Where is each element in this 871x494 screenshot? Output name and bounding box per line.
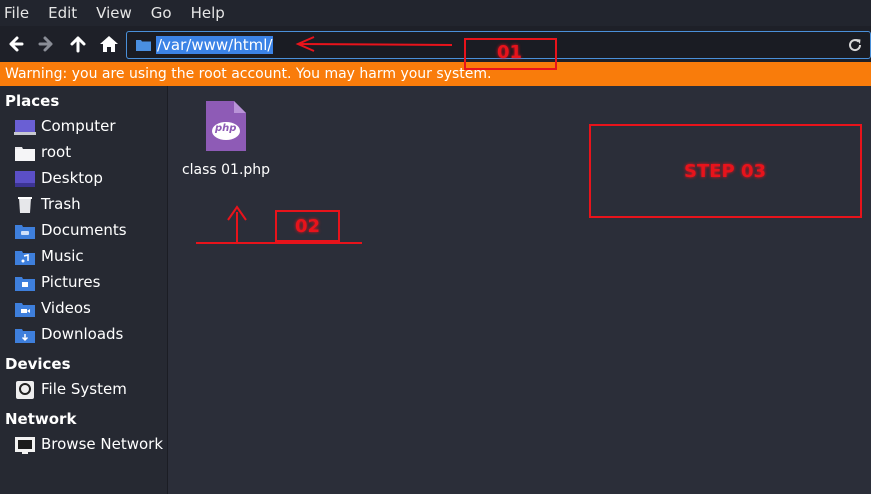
places-title: Places [5, 92, 60, 110]
sidebar-item-label: Browse Network [41, 435, 164, 453]
menu-go[interactable]: Go [151, 4, 172, 22]
trash-icon [18, 197, 32, 213]
sidebar-item-label: Pictures [41, 273, 101, 291]
sidebar-item-pictures[interactable]: Pictures [0, 270, 167, 296]
menu-bar: File Edit View Go Help [0, 0, 871, 26]
network-title: Network [5, 410, 77, 428]
sidebar-item-label: Computer [41, 117, 116, 135]
menu-help[interactable]: Help [191, 4, 225, 22]
arrow-left-icon [9, 36, 24, 52]
sidebar-item-videos[interactable]: Videos [0, 296, 167, 322]
videos-folder-icon [15, 303, 35, 317]
devices-title: Devices [5, 355, 71, 373]
menu-edit[interactable]: Edit [48, 4, 77, 22]
annotation-label-02: 02 [295, 216, 321, 237]
sidebar-item-label: Downloads [41, 325, 124, 343]
sidebar-item-root[interactable]: root [0, 140, 167, 166]
arrow-right-icon [38, 36, 53, 52]
sidebar-item-label: root [41, 143, 72, 161]
network-icon [15, 437, 35, 454]
sidebar-item-label: Documents [41, 221, 127, 239]
menu-file[interactable]: File [4, 4, 29, 22]
arrow-up-icon [70, 36, 86, 53]
sidebar-item-desktop[interactable]: Desktop [0, 166, 167, 192]
documents-folder-icon [15, 225, 35, 239]
annotation-label-03: STEP 03 [684, 161, 767, 182]
sidebar-item-documents[interactable]: Documents [0, 218, 167, 244]
drive-icon [16, 381, 34, 399]
annotation-arrow-02 [196, 205, 362, 244]
annotation-label-01: 01 [497, 42, 523, 63]
up-button[interactable] [66, 32, 90, 56]
pictures-folder-icon [15, 277, 35, 291]
home-folder-icon [15, 147, 35, 161]
php-icon-text: php [215, 123, 237, 134]
home-button[interactable] [97, 32, 121, 56]
sidebar-item-trash[interactable]: Trash [0, 192, 167, 218]
file-item[interactable]: php class 01.php [180, 96, 272, 186]
sidebar: Places Computer root Desktop Trash Docum… [0, 86, 168, 494]
music-folder-icon [15, 251, 35, 265]
folder-icon [136, 40, 151, 51]
back-button[interactable] [4, 32, 28, 56]
file-name: class 01.php [181, 162, 271, 178]
menu-view[interactable]: View [96, 4, 132, 22]
sidebar-item-downloads[interactable]: Downloads [0, 322, 167, 348]
forward-button[interactable] [34, 32, 58, 56]
sidebar-item-label: Videos [41, 299, 91, 317]
desktop-icon [15, 171, 35, 187]
home-icon [100, 36, 118, 52]
sidebar-item-computer[interactable]: Computer [0, 114, 167, 140]
sidebar-item-label: Music [41, 247, 84, 265]
root-warning-bar: Warning: you are using the root account.… [0, 62, 871, 86]
sidebar-item-label: File System [41, 380, 127, 398]
path-input[interactable]: /var/www/html/ [156, 36, 274, 54]
downloads-folder-icon [15, 329, 35, 343]
sidebar-item-browse-network[interactable]: Browse Network [0, 432, 167, 458]
sidebar-item-label: Trash [41, 195, 81, 213]
sidebar-item-music[interactable]: Music [0, 244, 167, 270]
computer-icon [14, 120, 36, 135]
sidebar-item-label: Desktop [41, 169, 103, 187]
refresh-icon[interactable] [847, 37, 863, 53]
sidebar-item-file-system[interactable]: File System [0, 377, 167, 403]
